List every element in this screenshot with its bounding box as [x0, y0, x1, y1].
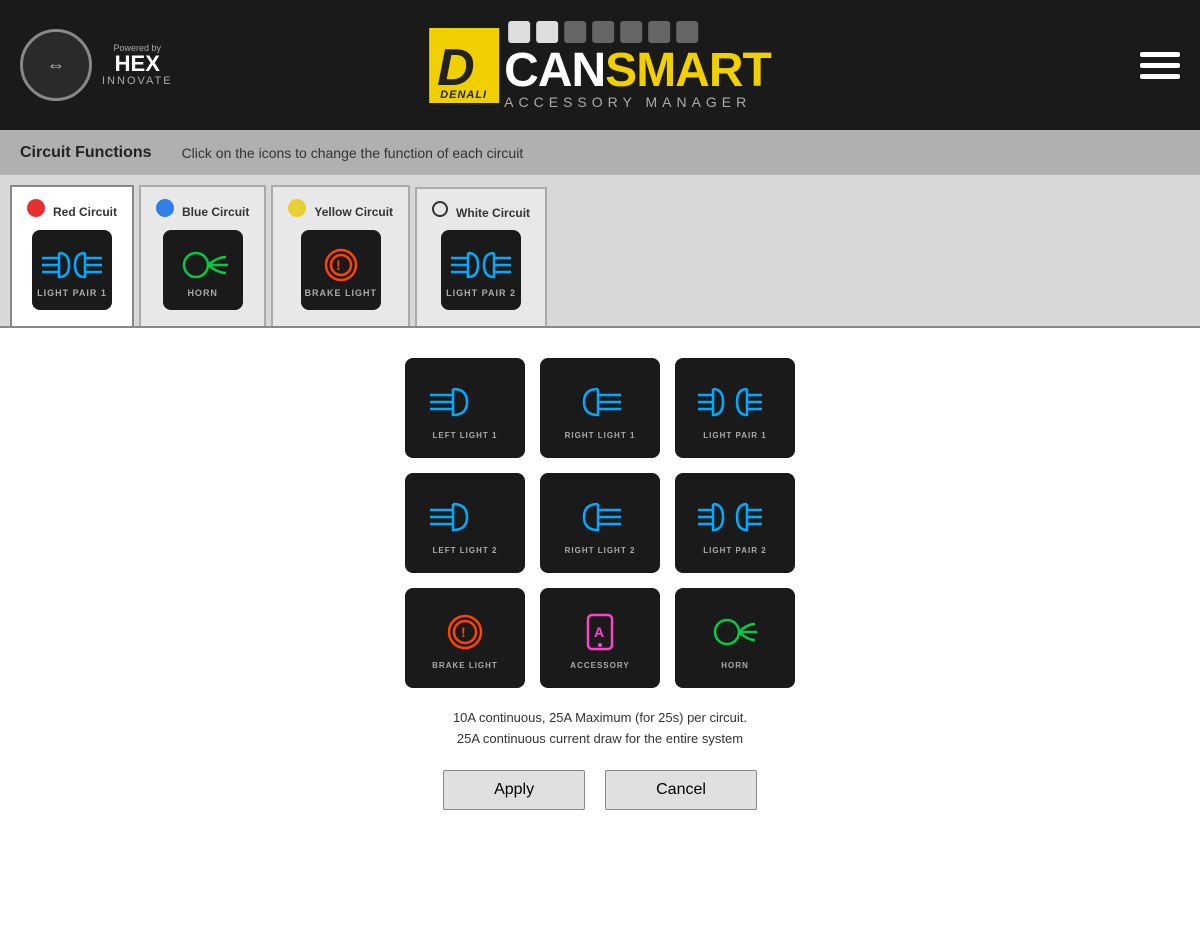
- yellow-circuit-icon-area: ! BRAKE LIGHT: [301, 230, 381, 310]
- hex-brand-name: HEX: [102, 53, 173, 75]
- tab-white-circuit[interactable]: White Circuit LIGHT PAIR 2: [415, 187, 547, 326]
- white-dot: [432, 201, 448, 217]
- menu-button[interactable]: [1140, 52, 1180, 79]
- left-light-1-label: LEFT LIGHT 1: [433, 431, 498, 440]
- circuit-functions-title: Circuit Functions: [20, 144, 152, 162]
- blue-circuit-function-label: HORN: [187, 288, 218, 298]
- left-light-2-label: LEFT LIGHT 2: [433, 546, 498, 555]
- action-buttons: Apply Cancel: [443, 770, 757, 810]
- white-circuit-icon-area: LIGHT PAIR 2: [441, 230, 521, 310]
- info-text: 10A continuous, 25A Maximum (for 25s) pe…: [453, 708, 747, 750]
- brake-light-button[interactable]: ! BRAKE LIGHT: [405, 588, 525, 688]
- cancel-button[interactable]: Cancel: [605, 770, 757, 810]
- cansmart-logo: D DENALI CAN: [429, 21, 771, 110]
- hex-brand-sub: INNOVATE: [102, 75, 173, 87]
- svg-text:!: !: [336, 257, 341, 273]
- light-pair-2-label: LIGHT PAIR 2: [703, 546, 766, 555]
- left-light-1-button[interactable]: LEFT LIGHT 1: [405, 358, 525, 458]
- red-circuit-function-label: LIGHT PAIR 1: [37, 288, 107, 298]
- circuit-functions-hint: Click on the icons to change the functio…: [182, 145, 524, 161]
- icon-grid: LEFT LIGHT 1 RIGHT LIGHT 1: [405, 358, 795, 688]
- info-line-2: 25A continuous current draw for the enti…: [453, 729, 747, 750]
- yellow-circuit-function-label: BRAKE LIGHT: [304, 288, 377, 298]
- red-circuit-label: Red Circuit: [53, 205, 117, 219]
- right-light-2-button[interactable]: RIGHT LIGHT 2: [540, 473, 660, 573]
- hamburger-line-2: [1140, 63, 1180, 68]
- denali-logo: D DENALI: [429, 28, 499, 103]
- horn-button[interactable]: HORN: [675, 588, 795, 688]
- svg-text:A: A: [594, 624, 604, 640]
- right-light-1-label: RIGHT LIGHT 1: [565, 431, 636, 440]
- white-circuit-label: White Circuit: [456, 206, 530, 220]
- tab-yellow-circuit[interactable]: Yellow Circuit ! BRAKE LIGHT: [271, 185, 410, 326]
- tab-red-circuit[interactable]: Red Circuit: [10, 185, 134, 328]
- horn-label: HORN: [721, 661, 749, 670]
- left-light-2-button[interactable]: LEFT LIGHT 2: [405, 473, 525, 573]
- info-line-1: 10A continuous, 25A Maximum (for 25s) pe…: [453, 708, 747, 729]
- smart-word: SMART: [605, 43, 771, 98]
- header: ⇔ Powered by HEX INNOVATE D DENALI: [0, 0, 1200, 130]
- circuit-functions-bar: Circuit Functions Click on the icons to …: [0, 130, 1200, 175]
- right-light-1-button[interactable]: RIGHT LIGHT 1: [540, 358, 660, 458]
- accessory-label: ACCESSORY: [570, 661, 629, 670]
- light-pair-2-button[interactable]: LIGHT PAIR 2: [675, 473, 795, 573]
- squares-row: [508, 21, 698, 43]
- hex-circle: ⇔: [20, 29, 92, 101]
- hamburger-line-3: [1140, 74, 1180, 79]
- light-pair-1-label: LIGHT PAIR 1: [703, 431, 766, 440]
- cansmart-text: CAN SMART ACCESSORY MANAGER: [504, 21, 771, 110]
- can-word: CAN: [504, 43, 605, 98]
- blue-dot: [156, 199, 174, 217]
- brake-light-label: BRAKE LIGHT: [432, 661, 498, 670]
- light-pair-1-button[interactable]: LIGHT PAIR 1: [675, 358, 795, 458]
- hamburger-line-1: [1140, 52, 1180, 57]
- apply-button[interactable]: Apply: [443, 770, 585, 810]
- red-dot: [27, 199, 45, 217]
- hex-text: Powered by HEX INNOVATE: [102, 43, 173, 87]
- white-circuit-function-label: LIGHT PAIR 2: [446, 288, 516, 298]
- blue-circuit-label: Blue Circuit: [182, 205, 249, 219]
- circuit-tabs-section: Red Circuit: [0, 175, 1200, 326]
- right-light-2-label: RIGHT LIGHT 2: [565, 546, 636, 555]
- red-circuit-icon-area: LIGHT PAIR 1: [32, 230, 112, 310]
- svg-text:!: !: [461, 624, 466, 640]
- function-select-panel: LEFT LIGHT 1 RIGHT LIGHT 1: [0, 326, 1200, 925]
- hex-arrows-icon: ⇔: [47, 55, 65, 76]
- accessory-button[interactable]: A ACCESSORY: [540, 588, 660, 688]
- accessory-manager-label: ACCESSORY MANAGER: [504, 94, 771, 110]
- blue-circuit-icon-area: HORN: [163, 230, 243, 310]
- hex-innovate-logo: ⇔ Powered by HEX INNOVATE: [20, 29, 173, 101]
- yellow-dot: [288, 199, 306, 217]
- svg-text:DENALI: DENALI: [440, 89, 487, 100]
- yellow-circuit-label: Yellow Circuit: [314, 205, 393, 219]
- tab-blue-circuit[interactable]: Blue Circuit HORN: [139, 185, 266, 326]
